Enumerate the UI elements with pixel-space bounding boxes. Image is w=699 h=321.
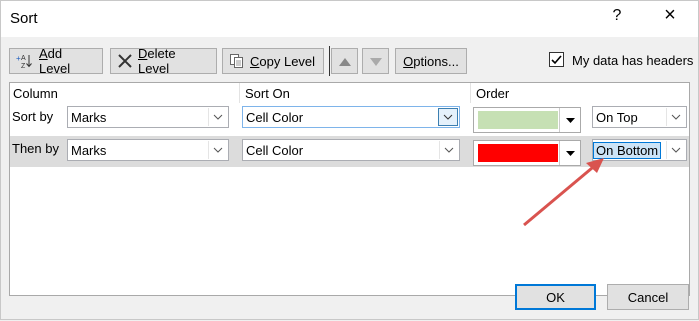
copy-level-label: Copy Level (250, 53, 316, 69)
svg-text:A: A (21, 55, 26, 62)
delete-level-label: Delete Level (138, 46, 176, 76)
chevron-down-icon (208, 141, 227, 159)
toolbar-separator (329, 46, 330, 76)
row1-color-fill (478, 111, 558, 129)
row1-position-select[interactable]: On Top (592, 106, 687, 128)
row2-position-value: On Bottom (593, 142, 662, 159)
row1-sort-on-value: Cell Color (246, 110, 304, 125)
triangle-down-icon (369, 54, 382, 69)
cancel-button[interactable]: Cancel (607, 284, 689, 310)
header-divider (239, 83, 240, 103)
ok-button[interactable]: OK (515, 284, 596, 310)
title-bar: Sort ? × (1, 1, 698, 37)
add-level-button[interactable]: + A Z Add Level (9, 46, 103, 76)
dropdown-arrow-icon (559, 108, 580, 132)
order-header: Order (476, 86, 510, 101)
headers-checkbox[interactable] (549, 52, 564, 67)
copy-level-button[interactable]: Copy Level (222, 48, 324, 74)
add-level-icon: + A Z (16, 53, 34, 69)
options-label: Options... (403, 53, 459, 69)
options-button[interactable]: Options... (395, 48, 467, 74)
chevron-down-icon (208, 108, 227, 126)
headers-checkbox-label[interactable]: My data has headers (572, 53, 693, 68)
checkmark-icon (551, 55, 562, 65)
chevron-down-icon (438, 108, 458, 126)
ok-label: OK (546, 289, 565, 305)
row2-color-picker[interactable] (473, 140, 581, 166)
close-button[interactable]: × (659, 4, 681, 27)
header-divider (470, 83, 471, 103)
row2-column-select[interactable]: Marks (67, 139, 229, 161)
row2-position-select[interactable]: On Bottom (592, 139, 687, 161)
column-header: Column (13, 86, 58, 101)
delete-level-button[interactable]: Delete Level (110, 46, 217, 76)
then-by-label: Then by (12, 141, 59, 156)
dropdown-arrow-icon (559, 141, 580, 165)
sort-by-label: Sort by (12, 109, 54, 124)
chevron-down-icon (666, 108, 685, 126)
row1-sort-on-select[interactable]: Cell Color (242, 106, 460, 128)
dialog-title: Sort (10, 10, 38, 27)
chevron-down-icon (439, 141, 458, 159)
copy-icon (229, 53, 245, 69)
delete-x-icon (117, 53, 133, 69)
row2-sort-on-value: Cell Color (246, 143, 304, 158)
row1-position-value: On Top (596, 110, 638, 125)
sort-on-header: Sort On (245, 86, 290, 101)
move-down-button[interactable] (362, 48, 389, 74)
sort-dialog: Sort ? × + A Z Add Level Delete Level Copy… (0, 0, 699, 320)
help-button[interactable]: ? (607, 7, 627, 25)
move-up-button[interactable] (331, 48, 358, 74)
row1-column-select[interactable]: Marks (67, 106, 229, 128)
cancel-label: Cancel (627, 289, 669, 305)
row2-sort-on-select[interactable]: Cell Color (242, 139, 460, 161)
row2-column-value: Marks (71, 143, 107, 158)
add-level-label: Add Level (39, 46, 71, 76)
row1-column-value: Marks (71, 110, 107, 125)
row1-color-picker[interactable] (473, 107, 581, 133)
chevron-down-icon (666, 141, 685, 159)
svg-text:Z: Z (21, 63, 26, 69)
triangle-up-icon (338, 54, 351, 69)
row2-color-fill (478, 144, 558, 162)
